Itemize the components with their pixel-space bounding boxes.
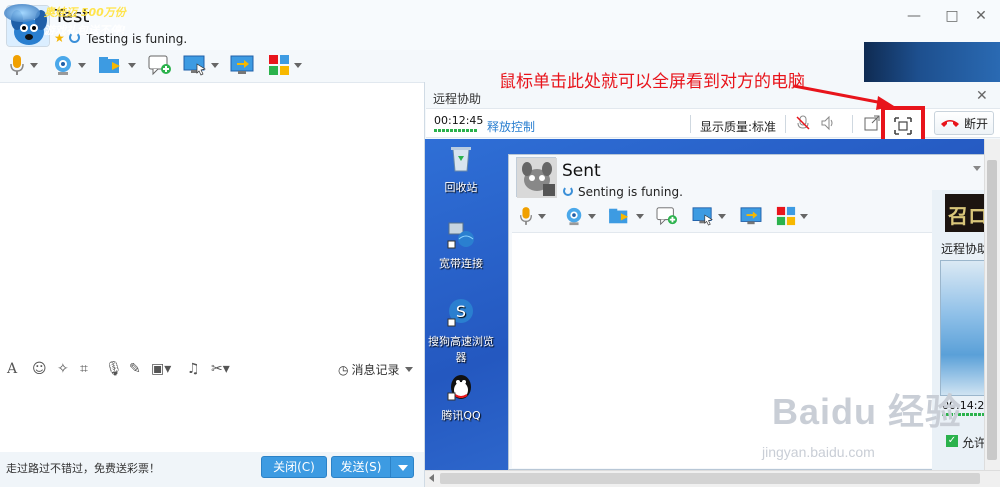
separator [690, 115, 691, 133]
magic-icon[interactable]: ✧ [57, 361, 69, 377]
video-icon [566, 207, 582, 226]
file-transfer-button[interactable] [608, 202, 644, 230]
session-timer: 00:12:45 [434, 114, 484, 127]
watermark-logo: Baidu 经验 [772, 391, 963, 432]
screen-share-button[interactable] [740, 202, 762, 230]
promo-text[interactable]: 走过路过不错过，免费送彩票！ [6, 460, 160, 476]
popout-icon[interactable] [864, 115, 880, 131]
voice-icon [10, 55, 24, 75]
desktop-icon-sogou[interactable]: S 搜狗高速浏览器 [425, 297, 501, 365]
apps-icon [776, 206, 796, 226]
desktop-icon-broadband[interactable]: 宽带连接 [425, 219, 501, 271]
close-button[interactable]: 关闭(C) [261, 456, 327, 478]
file-transfer-icon [609, 208, 629, 224]
mic-icon[interactable]: 🎙︎ [105, 361, 123, 377]
clock-icon: ◷ [338, 362, 349, 377]
video-icon [55, 56, 71, 75]
separator [785, 115, 786, 133]
separator [852, 115, 853, 133]
min-icon[interactable]: — [903, 7, 925, 25]
emoji-icon[interactable]: ☺ [32, 361, 47, 377]
vertical-scroll-thumb[interactable] [987, 160, 997, 460]
voice-button[interactable] [8, 50, 38, 80]
video-button[interactable] [564, 202, 596, 230]
remote-desktop-icon [692, 207, 713, 226]
watermark-url: jingyan.baidu.com [762, 444, 875, 460]
file-transfer-button[interactable] [98, 50, 136, 80]
remote-assist-title: 远程协助 [941, 242, 990, 256]
broadband-icon [447, 222, 474, 249]
font-icon[interactable]: A [7, 361, 17, 377]
image-icon[interactable]: ▣▾ [151, 361, 171, 377]
allow-checkbox[interactable]: ✓ [946, 435, 958, 447]
remote-contact-status: Senting is funing. [578, 185, 683, 199]
message-input[interactable] [0, 380, 424, 452]
maximize-icon[interactable]: □ [941, 7, 963, 25]
remote-desktop-icon [183, 55, 206, 76]
ad-line1: 奥娃迈 500万份 [44, 6, 126, 19]
speaker-icon[interactable] [820, 115, 836, 131]
apps-button[interactable] [776, 202, 808, 230]
remote-contact-name: Sent [562, 161, 601, 181]
remote-assist-title: 远程协助 [433, 92, 482, 106]
send-button[interactable]: 发送(S) [331, 456, 391, 478]
message-add-icon [148, 55, 171, 76]
screen-share-icon [230, 55, 254, 74]
voice-icon [520, 207, 532, 225]
chevron-down-icon [404, 367, 413, 372]
main-toolbar [0, 50, 430, 80]
message-add-icon [656, 207, 677, 226]
remote-desktop-button[interactable] [183, 50, 219, 80]
chevron-down-icon[interactable] [973, 166, 981, 171]
qq-penguin-icon [447, 375, 471, 401]
recycle-bin-icon [451, 147, 471, 172]
apps-button[interactable] [268, 50, 302, 80]
release-control-link[interactable]: 释放控制 [487, 118, 535, 135]
desktop-icon-qq[interactable]: 腾讯QQ [425, 371, 501, 423]
close-icon[interactable]: ✕ [970, 7, 992, 25]
scissors-icon[interactable]: ✂▾ [211, 361, 230, 377]
ad-banner[interactable] [864, 42, 1000, 82]
music-icon[interactable]: ♫ [187, 361, 200, 377]
scroll-left-icon[interactable] [429, 474, 434, 482]
svg-text:S: S [456, 302, 466, 321]
status-signal-icon [563, 186, 573, 196]
mic-mute-icon[interactable] [795, 115, 811, 131]
remote-desktop-button[interactable] [692, 202, 726, 230]
screen-share-button[interactable] [230, 50, 254, 80]
remote-main-toolbar [512, 202, 932, 230]
remote-close-icon[interactable]: ✕ [976, 88, 988, 104]
crop-icon[interactable]: ⌗ [80, 361, 88, 377]
annotation-text: 鼠标单击此处就可以全屏看到对方的电脑 [499, 72, 805, 92]
display-quality[interactable]: 显示质量:标准 [700, 118, 776, 135]
remote-avatar[interactable] [516, 157, 557, 198]
ad-line2: 游戏礼包送不停! [44, 24, 127, 37]
ad-logo-icon [4, 4, 40, 22]
remote-ad-text: 召ロ [948, 204, 988, 228]
apps-icon [269, 55, 289, 75]
allow-checkbox-label: 允许 [962, 436, 987, 450]
video-button[interactable] [52, 50, 86, 80]
screen-share-icon [740, 207, 762, 225]
annotation-arrow [793, 84, 894, 110]
fullscreen-icon [894, 117, 912, 135]
chat-history[interactable] [0, 82, 424, 358]
message-history-button[interactable]: ◷ 消息记录 [338, 361, 413, 378]
timer-progress [434, 129, 478, 132]
sogou-browser-icon: S [447, 299, 473, 327]
disconnect-button[interactable]: 断开 [934, 111, 994, 135]
edit-icon[interactable]: ✎ [129, 361, 141, 377]
send-options-button[interactable] [390, 456, 414, 478]
input-toolbar: A ☺ ✧ ⌗ 🎙︎ ✎ ▣▾ ♫ ✂▾ ◷ 消息记录 [0, 358, 424, 380]
hangup-icon [940, 120, 959, 127]
voice-button[interactable] [518, 202, 546, 230]
message-add-button[interactable] [148, 50, 172, 80]
message-add-button[interactable] [656, 202, 678, 230]
desktop-icon-recycle[interactable]: 回收站 [425, 143, 501, 195]
horizontal-scroll-thumb[interactable] [440, 473, 980, 484]
file-transfer-icon [99, 57, 120, 73]
